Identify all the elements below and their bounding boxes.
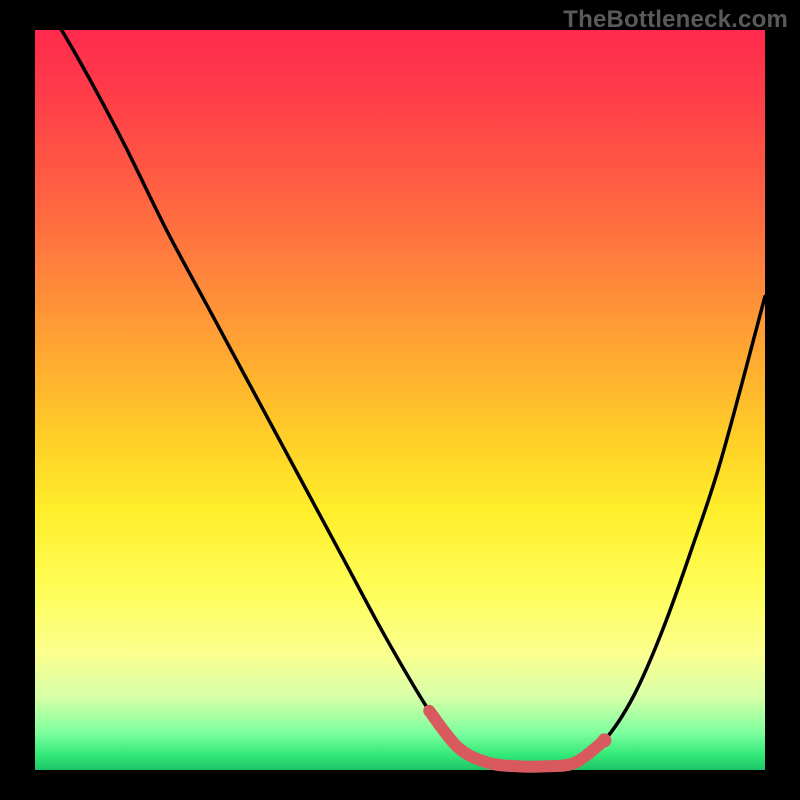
curve-highlight	[429, 711, 604, 767]
curve-path	[35, 0, 765, 767]
bottleneck-curve	[35, 30, 765, 770]
highlight-end-dot	[597, 733, 611, 747]
chart-frame: TheBottleneck.com	[0, 0, 800, 800]
gradient-plot-area	[35, 30, 765, 770]
